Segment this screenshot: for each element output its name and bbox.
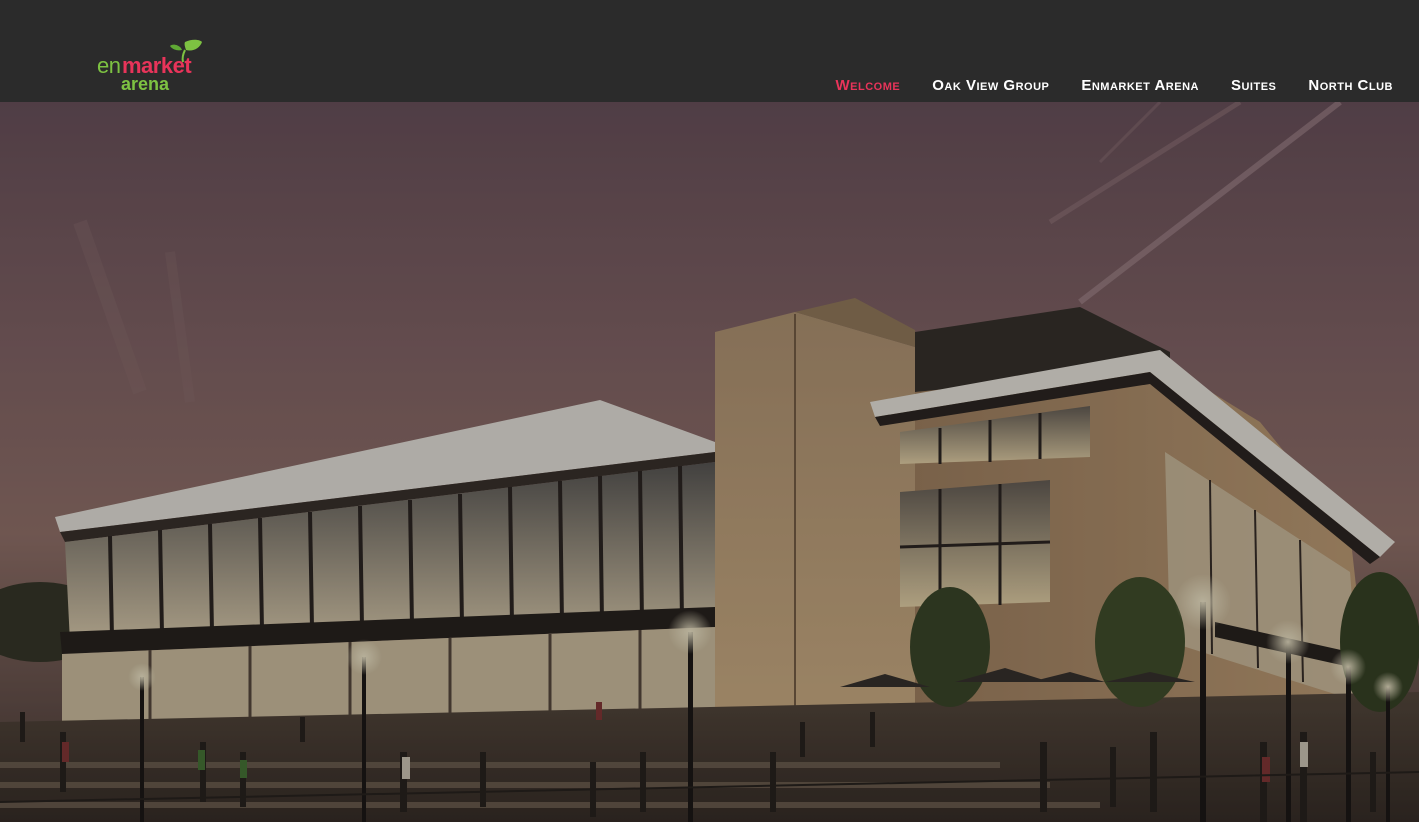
- nav-item-suites[interactable]: Suites: [1231, 77, 1276, 94]
- logo-graphic: en market arena: [97, 39, 202, 94]
- nav-item-oak-view-group[interactable]: Oak View Group: [932, 77, 1049, 94]
- enmarket-arena-logo[interactable]: en market arena: [97, 38, 207, 94]
- logo-en: en: [97, 53, 120, 78]
- logo-arena: arena: [121, 74, 170, 94]
- nav-item-welcome[interactable]: Welcome: [836, 77, 901, 94]
- hero-image: [0, 102, 1419, 822]
- nav-item-enmarket-arena[interactable]: Enmarket Arena: [1081, 77, 1199, 94]
- arena-rendering-image: [0, 102, 1419, 822]
- leaf-icon: [184, 39, 202, 51]
- main-nav: Welcome Oak View Group Enmarket Arena Su…: [804, 77, 1393, 94]
- site-header: en market arena Welcome Oak View Group E…: [0, 0, 1419, 102]
- nav-item-north-club[interactable]: North Club: [1308, 77, 1393, 94]
